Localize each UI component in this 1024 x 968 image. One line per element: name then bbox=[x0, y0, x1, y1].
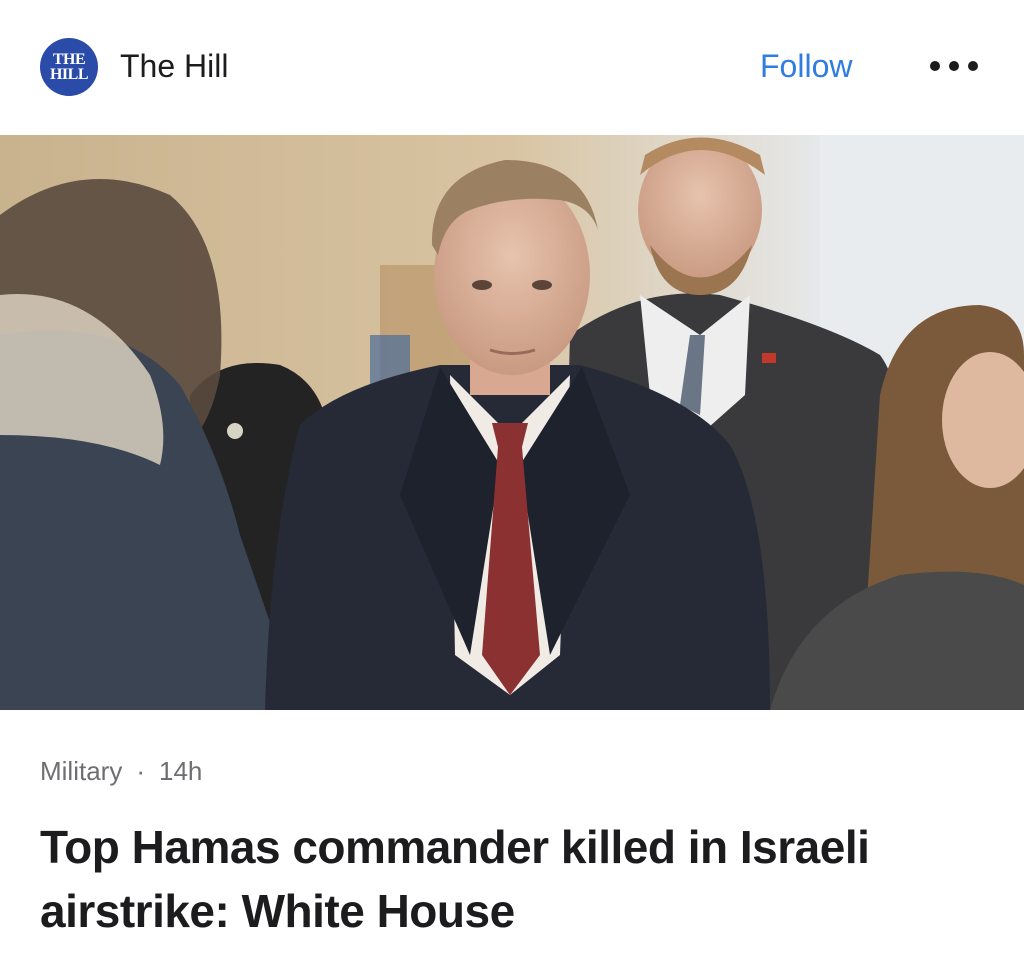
logo-text-line1: THE bbox=[52, 51, 86, 68]
meta-separator: · bbox=[136, 756, 146, 786]
follow-button[interactable]: Follow bbox=[760, 48, 852, 85]
publisher-name[interactable]: The Hill bbox=[120, 48, 228, 85]
article-category[interactable]: Military bbox=[40, 756, 122, 786]
more-options-icon[interactable] bbox=[930, 52, 978, 80]
more-dot bbox=[968, 61, 978, 71]
article-age: 14h bbox=[159, 756, 203, 786]
article-photo-image bbox=[0, 135, 1024, 710]
more-dot bbox=[949, 61, 959, 71]
article-photo[interactable] bbox=[0, 135, 1024, 710]
article-meta: Military · 14h bbox=[40, 756, 202, 787]
more-dot bbox=[930, 61, 940, 71]
publisher-logo[interactable]: THE HILL bbox=[40, 38, 98, 96]
logo-text-line2: HILL bbox=[49, 66, 89, 83]
article-header: THE HILL The Hill Follow bbox=[0, 0, 1024, 135]
article-headline[interactable]: Top Hamas commander killed in Israeli ai… bbox=[40, 815, 990, 943]
